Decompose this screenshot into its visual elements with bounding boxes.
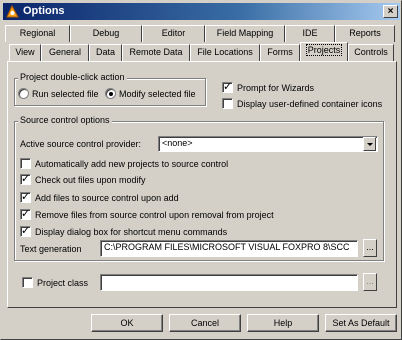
project-class-label: Project class — [37, 278, 89, 288]
tab-editor[interactable]: Editor — [142, 25, 205, 42]
provider-label: Active source control provider: — [20, 139, 142, 149]
source-control-group-label: Source control options — [18, 115, 112, 125]
tab-debug[interactable]: Debug — [70, 25, 142, 42]
project-class-field[interactable] — [100, 274, 358, 291]
add-files-checkbox[interactable] — [20, 190, 31, 204]
tab-view[interactable]: View — [9, 44, 41, 61]
title-bar[interactable]: Options × — [3, 3, 400, 20]
help-button[interactable]: Help — [247, 314, 319, 332]
text-generation-browse-button[interactable]: ... — [363, 239, 377, 257]
run-selected-label: Run selected file — [32, 89, 99, 99]
check-out-label: Check out files upon modify — [35, 175, 146, 185]
tab-general[interactable]: General — [41, 44, 89, 61]
tab-reports[interactable]: Reports — [335, 25, 395, 42]
prompt-wizards-checkbox[interactable] — [222, 80, 233, 94]
display-dialog-label: Display dialog box for shortcut menu com… — [35, 227, 228, 237]
tab-regional[interactable]: Regional — [5, 25, 70, 42]
tab-remote-data[interactable]: Remote Data — [122, 44, 190, 61]
projects-tab-panel: Project double-click action Run selected… — [7, 61, 397, 308]
add-files-label: Add files to source control upon add — [35, 193, 179, 203]
check-out-checkbox[interactable] — [20, 172, 31, 186]
text-generation-field[interactable]: C:\PROGRAM FILES\MICROSOFT VISUAL FOXPRO… — [100, 240, 358, 257]
ok-button[interactable]: OK — [91, 314, 163, 332]
tab-file-locations[interactable]: File Locations — [190, 44, 260, 61]
modify-selected-label: Modify selected file — [119, 89, 196, 99]
project-class-browse-button[interactable]: ... — [363, 273, 377, 291]
tab-ide[interactable]: IDE — [285, 25, 335, 42]
cancel-button[interactable]: Cancel — [169, 314, 241, 332]
display-dialog-checkbox[interactable] — [20, 224, 31, 238]
tab-controls[interactable]: Controls — [348, 44, 394, 61]
auto-add-checkbox[interactable] — [20, 158, 31, 169]
window-title: Options — [23, 5, 65, 17]
chevron-down-icon[interactable] — [363, 137, 376, 151]
tab-field-mapping[interactable]: Field Mapping — [205, 25, 285, 42]
options-dialog: Options × Regional Debug Editor Field Ma… — [0, 0, 402, 340]
provider-dropdown[interactable]: <none> — [158, 136, 378, 152]
tab-forms[interactable]: Forms — [260, 44, 300, 61]
remove-files-label: Remove files from source control upon re… — [35, 210, 274, 220]
run-selected-radio[interactable] — [18, 88, 29, 99]
close-icon: × — [387, 6, 394, 17]
tab-projects[interactable]: Projects — [300, 42, 348, 61]
modify-selected-radio[interactable] — [105, 88, 116, 99]
project-class-checkbox[interactable] — [22, 277, 33, 288]
display-icons-checkbox[interactable] — [222, 98, 233, 109]
text-generation-label: Text generation — [20, 244, 82, 254]
remove-files-checkbox[interactable] — [20, 207, 31, 221]
project-group-label: Project double-click action — [18, 72, 127, 82]
auto-add-label: Automatically add new projects to source… — [35, 159, 229, 169]
foxpro-icon — [6, 5, 19, 18]
set-as-default-button[interactable]: Set As Default — [325, 314, 397, 332]
text-generation-value: C:\PROGRAM FILES\MICROSOFT VISUAL FOXPRO… — [104, 242, 350, 252]
display-icons-label: Display user-defined container icons — [237, 99, 383, 109]
tab-data[interactable]: Data — [89, 44, 122, 61]
close-button[interactable]: × — [383, 5, 398, 18]
prompt-wizards-label: Prompt for Wizards — [237, 83, 315, 93]
provider-value: <none> — [162, 138, 193, 148]
